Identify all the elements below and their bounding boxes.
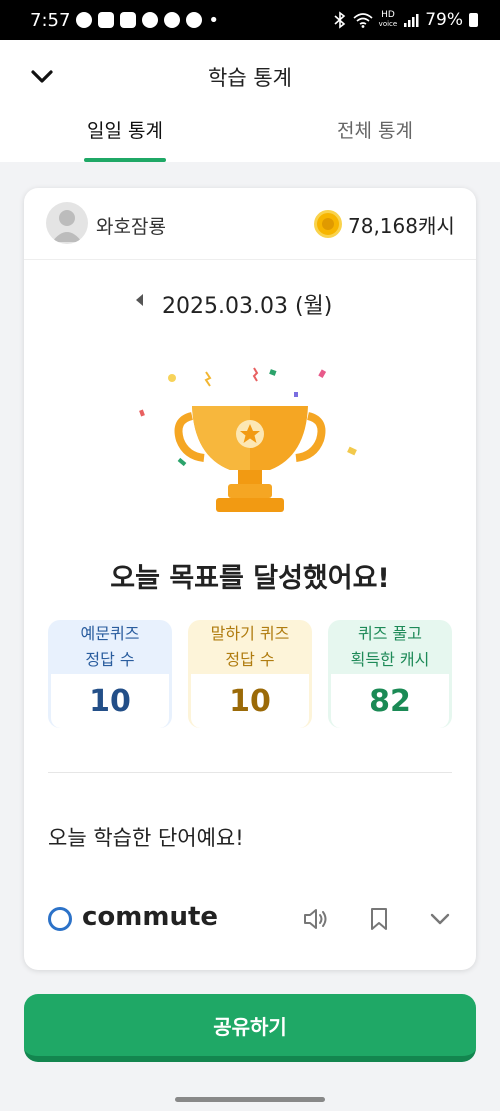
cash-balance: 78,168캐시 xyxy=(348,214,455,238)
username: 와호잠룡 xyxy=(96,216,166,238)
active-tab-indicator xyxy=(84,158,166,162)
status-time: 7:57 xyxy=(30,9,71,31)
trophy-icon xyxy=(139,367,357,512)
divider xyxy=(48,772,452,773)
status-right: HD voice 79% xyxy=(333,10,478,30)
correct-circle-icon xyxy=(48,907,72,931)
daily-stats-card: 와호잠룡 78,168캐시 2025.03.03 (월) 오늘 목표를 달성했어… xyxy=(24,188,476,970)
stat-speaking-quiz: 말하기 퀴즈 정답 수 10 xyxy=(188,620,312,728)
s-notification-icon xyxy=(164,12,181,28)
stat-example-quiz: 예문퀴즈 정답 수 10 xyxy=(48,620,172,728)
hd-label: HD xyxy=(381,10,395,20)
stat-label-line2: 획득한 캐시 xyxy=(350,650,430,669)
c-notification-icon xyxy=(142,12,159,28)
speaker-icon[interactable] xyxy=(302,906,330,932)
selected-date: 2025.03.03 (월) xyxy=(162,294,333,319)
avatar xyxy=(46,202,88,244)
battery-percent: 79% xyxy=(425,10,463,30)
prev-date-icon[interactable] xyxy=(136,294,143,306)
bluetooth-icon xyxy=(334,11,345,29)
word-text: commute xyxy=(82,902,219,932)
chevron-down-icon[interactable] xyxy=(428,908,452,930)
stat-label-line2: 정답 수 xyxy=(85,650,135,669)
stat-value: 10 xyxy=(191,674,309,728)
stat-value: 10 xyxy=(51,674,169,728)
stat-quiz-cash: 퀴즈 풀고 획득한 캐시 82 xyxy=(328,620,452,728)
stat-label-line1: 예문퀴즈 xyxy=(80,624,140,643)
tab-total-stats[interactable]: 전체 통계 xyxy=(250,116,500,143)
bookmark-icon[interactable] xyxy=(368,906,390,932)
stat-label-line2: 정답 수 xyxy=(225,650,275,669)
mail-notification-icon xyxy=(98,12,115,28)
page-title: 학습 통계 xyxy=(208,66,292,90)
battery-icon xyxy=(469,13,478,27)
signal-icon xyxy=(404,14,419,27)
date-selector: 2025.03.03 (월) xyxy=(24,288,476,319)
coin-icon xyxy=(314,210,342,238)
hd-voice-icon: HD voice xyxy=(379,11,398,29)
wifi-icon xyxy=(353,13,373,28)
stat-label-line1: 퀴즈 풀고 xyxy=(358,624,422,643)
app-header: 학습 통계 일일 통계 전체 통계 xyxy=(0,40,500,162)
app-notification-icon xyxy=(120,12,137,28)
home-indicator[interactable] xyxy=(175,1097,325,1102)
stat-label-line1: 말하기 퀴즈 xyxy=(210,624,290,643)
status-left: 7:57 • xyxy=(30,10,219,31)
learned-words-heading: 오늘 학습한 단어예요! xyxy=(48,826,244,850)
user-row: 와호잠룡 78,168캐시 xyxy=(24,188,476,260)
status-bar: 7:57 • HD voice 79% xyxy=(0,0,500,40)
stat-label: 말하기 퀴즈 정답 수 xyxy=(188,620,312,674)
stat-label: 퀴즈 풀고 획득한 캐시 xyxy=(328,620,452,674)
goal-achieved-message: 오늘 목표를 달성했어요! xyxy=(110,563,390,594)
list-item[interactable]: commute xyxy=(24,894,476,944)
more-notifications-dot: • xyxy=(208,9,220,31)
voice-label: voice xyxy=(378,20,398,28)
default-avatar-icon xyxy=(52,210,82,242)
stat-label: 예문퀴즈 정답 수 xyxy=(48,620,172,674)
tab-daily-stats[interactable]: 일일 통계 xyxy=(0,116,250,143)
chat-notification-icon xyxy=(76,12,93,28)
bowl-notification-icon xyxy=(186,12,203,28)
stat-value: 82 xyxy=(331,674,449,728)
share-button[interactable]: 공유하기 xyxy=(24,994,476,1062)
